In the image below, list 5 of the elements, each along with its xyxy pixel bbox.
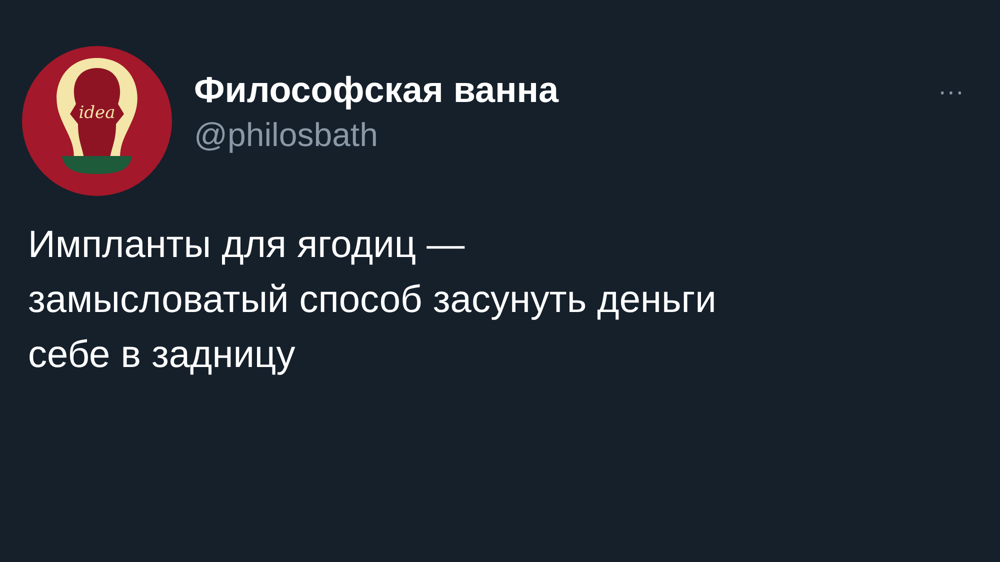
- avatar-icon[interactable]: idea: [22, 46, 172, 196]
- more-button[interactable]: ···: [930, 76, 972, 107]
- account-handle[interactable]: @philosbath: [194, 114, 930, 156]
- account-name[interactable]: Философская ванна: [194, 68, 930, 112]
- tweet-text: Импланты для ягодиц — замысловатый способ засунуть деньги себе в задницу: [28, 223, 718, 378]
